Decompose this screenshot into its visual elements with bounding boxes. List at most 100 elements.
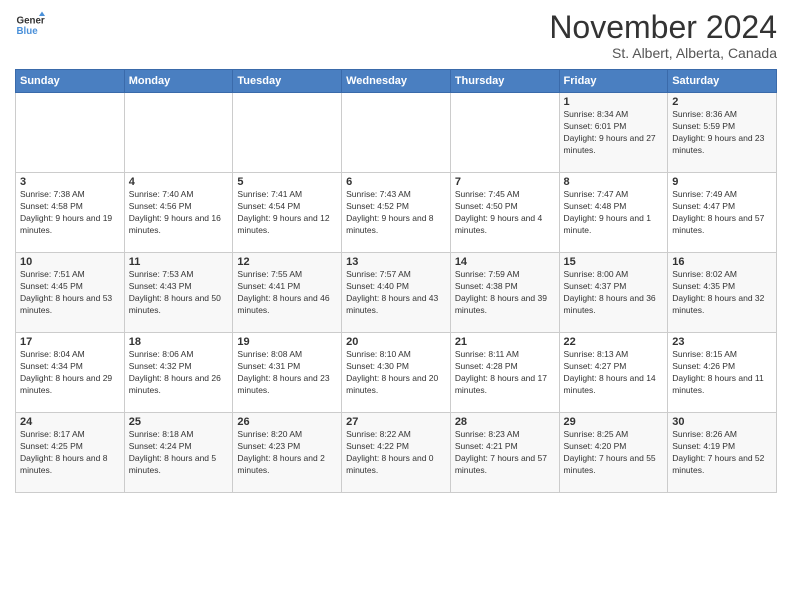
day-cell: 26Sunrise: 8:20 AM Sunset: 4:23 PM Dayli… — [233, 413, 342, 493]
day-number: 9 — [672, 176, 772, 188]
day-cell: 25Sunrise: 8:18 AM Sunset: 4:24 PM Dayli… — [124, 413, 233, 493]
col-sunday: Sunday — [16, 70, 125, 93]
logo: General Blue — [15, 10, 45, 40]
day-number: 21 — [455, 336, 555, 348]
day-number: 2 — [672, 96, 772, 108]
day-cell: 15Sunrise: 8:00 AM Sunset: 4:37 PM Dayli… — [559, 253, 668, 333]
calendar-table: Sunday Monday Tuesday Wednesday Thursday… — [15, 69, 777, 493]
week-row-4: 24Sunrise: 8:17 AM Sunset: 4:25 PM Dayli… — [16, 413, 777, 493]
day-number: 11 — [129, 256, 229, 268]
day-info: Sunrise: 7:51 AM Sunset: 4:45 PM Dayligh… — [20, 269, 120, 317]
day-number: 16 — [672, 256, 772, 268]
day-cell: 17Sunrise: 8:04 AM Sunset: 4:34 PM Dayli… — [16, 333, 125, 413]
day-info: Sunrise: 8:20 AM Sunset: 4:23 PM Dayligh… — [237, 429, 337, 477]
day-info: Sunrise: 8:13 AM Sunset: 4:27 PM Dayligh… — [564, 349, 664, 397]
col-monday: Monday — [124, 70, 233, 93]
day-cell: 27Sunrise: 8:22 AM Sunset: 4:22 PM Dayli… — [342, 413, 451, 493]
day-cell — [16, 93, 125, 173]
header-row: Sunday Monday Tuesday Wednesday Thursday… — [16, 70, 777, 93]
day-cell: 9Sunrise: 7:49 AM Sunset: 4:47 PM Daylig… — [668, 173, 777, 253]
day-cell — [450, 93, 559, 173]
day-number: 29 — [564, 416, 664, 428]
day-number: 17 — [20, 336, 120, 348]
day-cell: 5Sunrise: 7:41 AM Sunset: 4:54 PM Daylig… — [233, 173, 342, 253]
day-number: 12 — [237, 256, 337, 268]
day-cell: 28Sunrise: 8:23 AM Sunset: 4:21 PM Dayli… — [450, 413, 559, 493]
day-cell: 23Sunrise: 8:15 AM Sunset: 4:26 PM Dayli… — [668, 333, 777, 413]
day-cell: 16Sunrise: 8:02 AM Sunset: 4:35 PM Dayli… — [668, 253, 777, 333]
header: General Blue November 2024 St. Albert, A… — [15, 10, 777, 61]
logo-icon: General Blue — [15, 10, 45, 40]
day-number: 18 — [129, 336, 229, 348]
week-row-2: 10Sunrise: 7:51 AM Sunset: 4:45 PM Dayli… — [16, 253, 777, 333]
main-container: General Blue November 2024 St. Albert, A… — [0, 0, 792, 498]
day-info: Sunrise: 7:43 AM Sunset: 4:52 PM Dayligh… — [346, 189, 446, 237]
day-number: 30 — [672, 416, 772, 428]
day-cell: 18Sunrise: 8:06 AM Sunset: 4:32 PM Dayli… — [124, 333, 233, 413]
day-number: 22 — [564, 336, 664, 348]
day-info: Sunrise: 7:40 AM Sunset: 4:56 PM Dayligh… — [129, 189, 229, 237]
subtitle: St. Albert, Alberta, Canada — [549, 45, 777, 61]
day-number: 8 — [564, 176, 664, 188]
day-number: 24 — [20, 416, 120, 428]
day-info: Sunrise: 7:41 AM Sunset: 4:54 PM Dayligh… — [237, 189, 337, 237]
day-info: Sunrise: 8:18 AM Sunset: 4:24 PM Dayligh… — [129, 429, 229, 477]
day-number: 25 — [129, 416, 229, 428]
day-info: Sunrise: 8:00 AM Sunset: 4:37 PM Dayligh… — [564, 269, 664, 317]
day-cell: 10Sunrise: 7:51 AM Sunset: 4:45 PM Dayli… — [16, 253, 125, 333]
day-info: Sunrise: 8:34 AM Sunset: 6:01 PM Dayligh… — [564, 109, 664, 157]
day-cell: 7Sunrise: 7:45 AM Sunset: 4:50 PM Daylig… — [450, 173, 559, 253]
day-number: 15 — [564, 256, 664, 268]
week-row-3: 17Sunrise: 8:04 AM Sunset: 4:34 PM Dayli… — [16, 333, 777, 413]
day-cell: 14Sunrise: 7:59 AM Sunset: 4:38 PM Dayli… — [450, 253, 559, 333]
day-info: Sunrise: 8:23 AM Sunset: 4:21 PM Dayligh… — [455, 429, 555, 477]
week-row-1: 3Sunrise: 7:38 AM Sunset: 4:58 PM Daylig… — [16, 173, 777, 253]
day-cell: 19Sunrise: 8:08 AM Sunset: 4:31 PM Dayli… — [233, 333, 342, 413]
day-info: Sunrise: 8:04 AM Sunset: 4:34 PM Dayligh… — [20, 349, 120, 397]
col-friday: Friday — [559, 70, 668, 93]
svg-text:Blue: Blue — [17, 26, 39, 37]
day-info: Sunrise: 7:45 AM Sunset: 4:50 PM Dayligh… — [455, 189, 555, 237]
col-saturday: Saturday — [668, 70, 777, 93]
day-number: 1 — [564, 96, 664, 108]
day-cell — [342, 93, 451, 173]
day-info: Sunrise: 7:49 AM Sunset: 4:47 PM Dayligh… — [672, 189, 772, 237]
month-title: November 2024 — [549, 10, 777, 45]
day-cell — [124, 93, 233, 173]
day-info: Sunrise: 7:53 AM Sunset: 4:43 PM Dayligh… — [129, 269, 229, 317]
day-cell: 8Sunrise: 7:47 AM Sunset: 4:48 PM Daylig… — [559, 173, 668, 253]
day-info: Sunrise: 8:06 AM Sunset: 4:32 PM Dayligh… — [129, 349, 229, 397]
day-cell — [233, 93, 342, 173]
day-info: Sunrise: 7:59 AM Sunset: 4:38 PM Dayligh… — [455, 269, 555, 317]
day-info: Sunrise: 8:25 AM Sunset: 4:20 PM Dayligh… — [564, 429, 664, 477]
day-number: 3 — [20, 176, 120, 188]
day-number: 10 — [20, 256, 120, 268]
day-cell: 6Sunrise: 7:43 AM Sunset: 4:52 PM Daylig… — [342, 173, 451, 253]
day-cell: 24Sunrise: 8:17 AM Sunset: 4:25 PM Dayli… — [16, 413, 125, 493]
day-cell: 2Sunrise: 8:36 AM Sunset: 5:59 PM Daylig… — [668, 93, 777, 173]
day-number: 4 — [129, 176, 229, 188]
week-row-0: 1Sunrise: 8:34 AM Sunset: 6:01 PM Daylig… — [16, 93, 777, 173]
day-info: Sunrise: 7:55 AM Sunset: 4:41 PM Dayligh… — [237, 269, 337, 317]
title-block: November 2024 St. Albert, Alberta, Canad… — [549, 10, 777, 61]
day-number: 7 — [455, 176, 555, 188]
day-info: Sunrise: 7:57 AM Sunset: 4:40 PM Dayligh… — [346, 269, 446, 317]
day-info: Sunrise: 8:15 AM Sunset: 4:26 PM Dayligh… — [672, 349, 772, 397]
day-cell: 30Sunrise: 8:26 AM Sunset: 4:19 PM Dayli… — [668, 413, 777, 493]
day-info: Sunrise: 7:47 AM Sunset: 4:48 PM Dayligh… — [564, 189, 664, 237]
day-cell: 21Sunrise: 8:11 AM Sunset: 4:28 PM Dayli… — [450, 333, 559, 413]
day-number: 13 — [346, 256, 446, 268]
day-info: Sunrise: 8:02 AM Sunset: 4:35 PM Dayligh… — [672, 269, 772, 317]
day-number: 6 — [346, 176, 446, 188]
day-number: 28 — [455, 416, 555, 428]
day-cell: 12Sunrise: 7:55 AM Sunset: 4:41 PM Dayli… — [233, 253, 342, 333]
day-info: Sunrise: 8:26 AM Sunset: 4:19 PM Dayligh… — [672, 429, 772, 477]
col-thursday: Thursday — [450, 70, 559, 93]
col-tuesday: Tuesday — [233, 70, 342, 93]
day-number: 5 — [237, 176, 337, 188]
day-cell: 3Sunrise: 7:38 AM Sunset: 4:58 PM Daylig… — [16, 173, 125, 253]
day-info: Sunrise: 8:11 AM Sunset: 4:28 PM Dayligh… — [455, 349, 555, 397]
day-info: Sunrise: 8:22 AM Sunset: 4:22 PM Dayligh… — [346, 429, 446, 477]
day-number: 14 — [455, 256, 555, 268]
day-info: Sunrise: 7:38 AM Sunset: 4:58 PM Dayligh… — [20, 189, 120, 237]
